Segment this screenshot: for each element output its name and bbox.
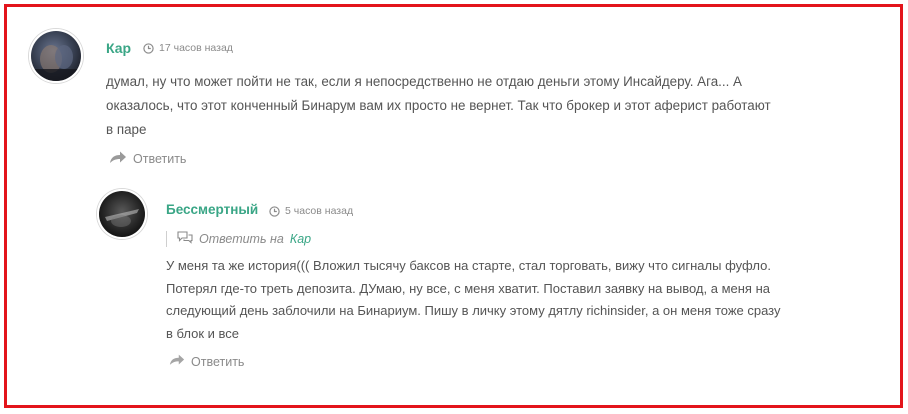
reply-label: Ответить xyxy=(191,354,245,369)
comment-text: думал, ну что может пойти не так, если я… xyxy=(106,74,771,137)
reply-button[interactable]: Ответить xyxy=(109,151,186,167)
reply-arrow-icon xyxy=(169,354,185,369)
comment-meta: 17 часов назад xyxy=(143,42,233,54)
comment-author[interactable]: Бессмертный xyxy=(166,202,258,217)
clock-icon xyxy=(143,42,154,54)
reply-to-label: Ответить на xyxy=(199,232,284,246)
comment-author[interactable]: Кар xyxy=(106,40,131,56)
comment-time[interactable]: 17 часов назад xyxy=(159,42,233,54)
clock-icon xyxy=(269,205,280,217)
comment-time[interactable]: 5 часов назад xyxy=(285,205,353,217)
reply-arrow-icon xyxy=(109,151,127,167)
reply-to-target[interactable]: Кар xyxy=(290,232,311,246)
reply-label: Ответить xyxy=(133,152,187,166)
reply-to-indicator: Ответить на Кар xyxy=(166,231,311,247)
comment-text: У меня та же история((( Вложил тысячу ба… xyxy=(166,258,781,341)
avatar[interactable] xyxy=(29,29,83,83)
speech-bubbles-icon xyxy=(177,231,193,247)
comment-meta: 5 часов назад xyxy=(269,205,353,217)
reply-button[interactable]: Ответить xyxy=(169,354,244,369)
avatar[interactable] xyxy=(97,189,147,239)
